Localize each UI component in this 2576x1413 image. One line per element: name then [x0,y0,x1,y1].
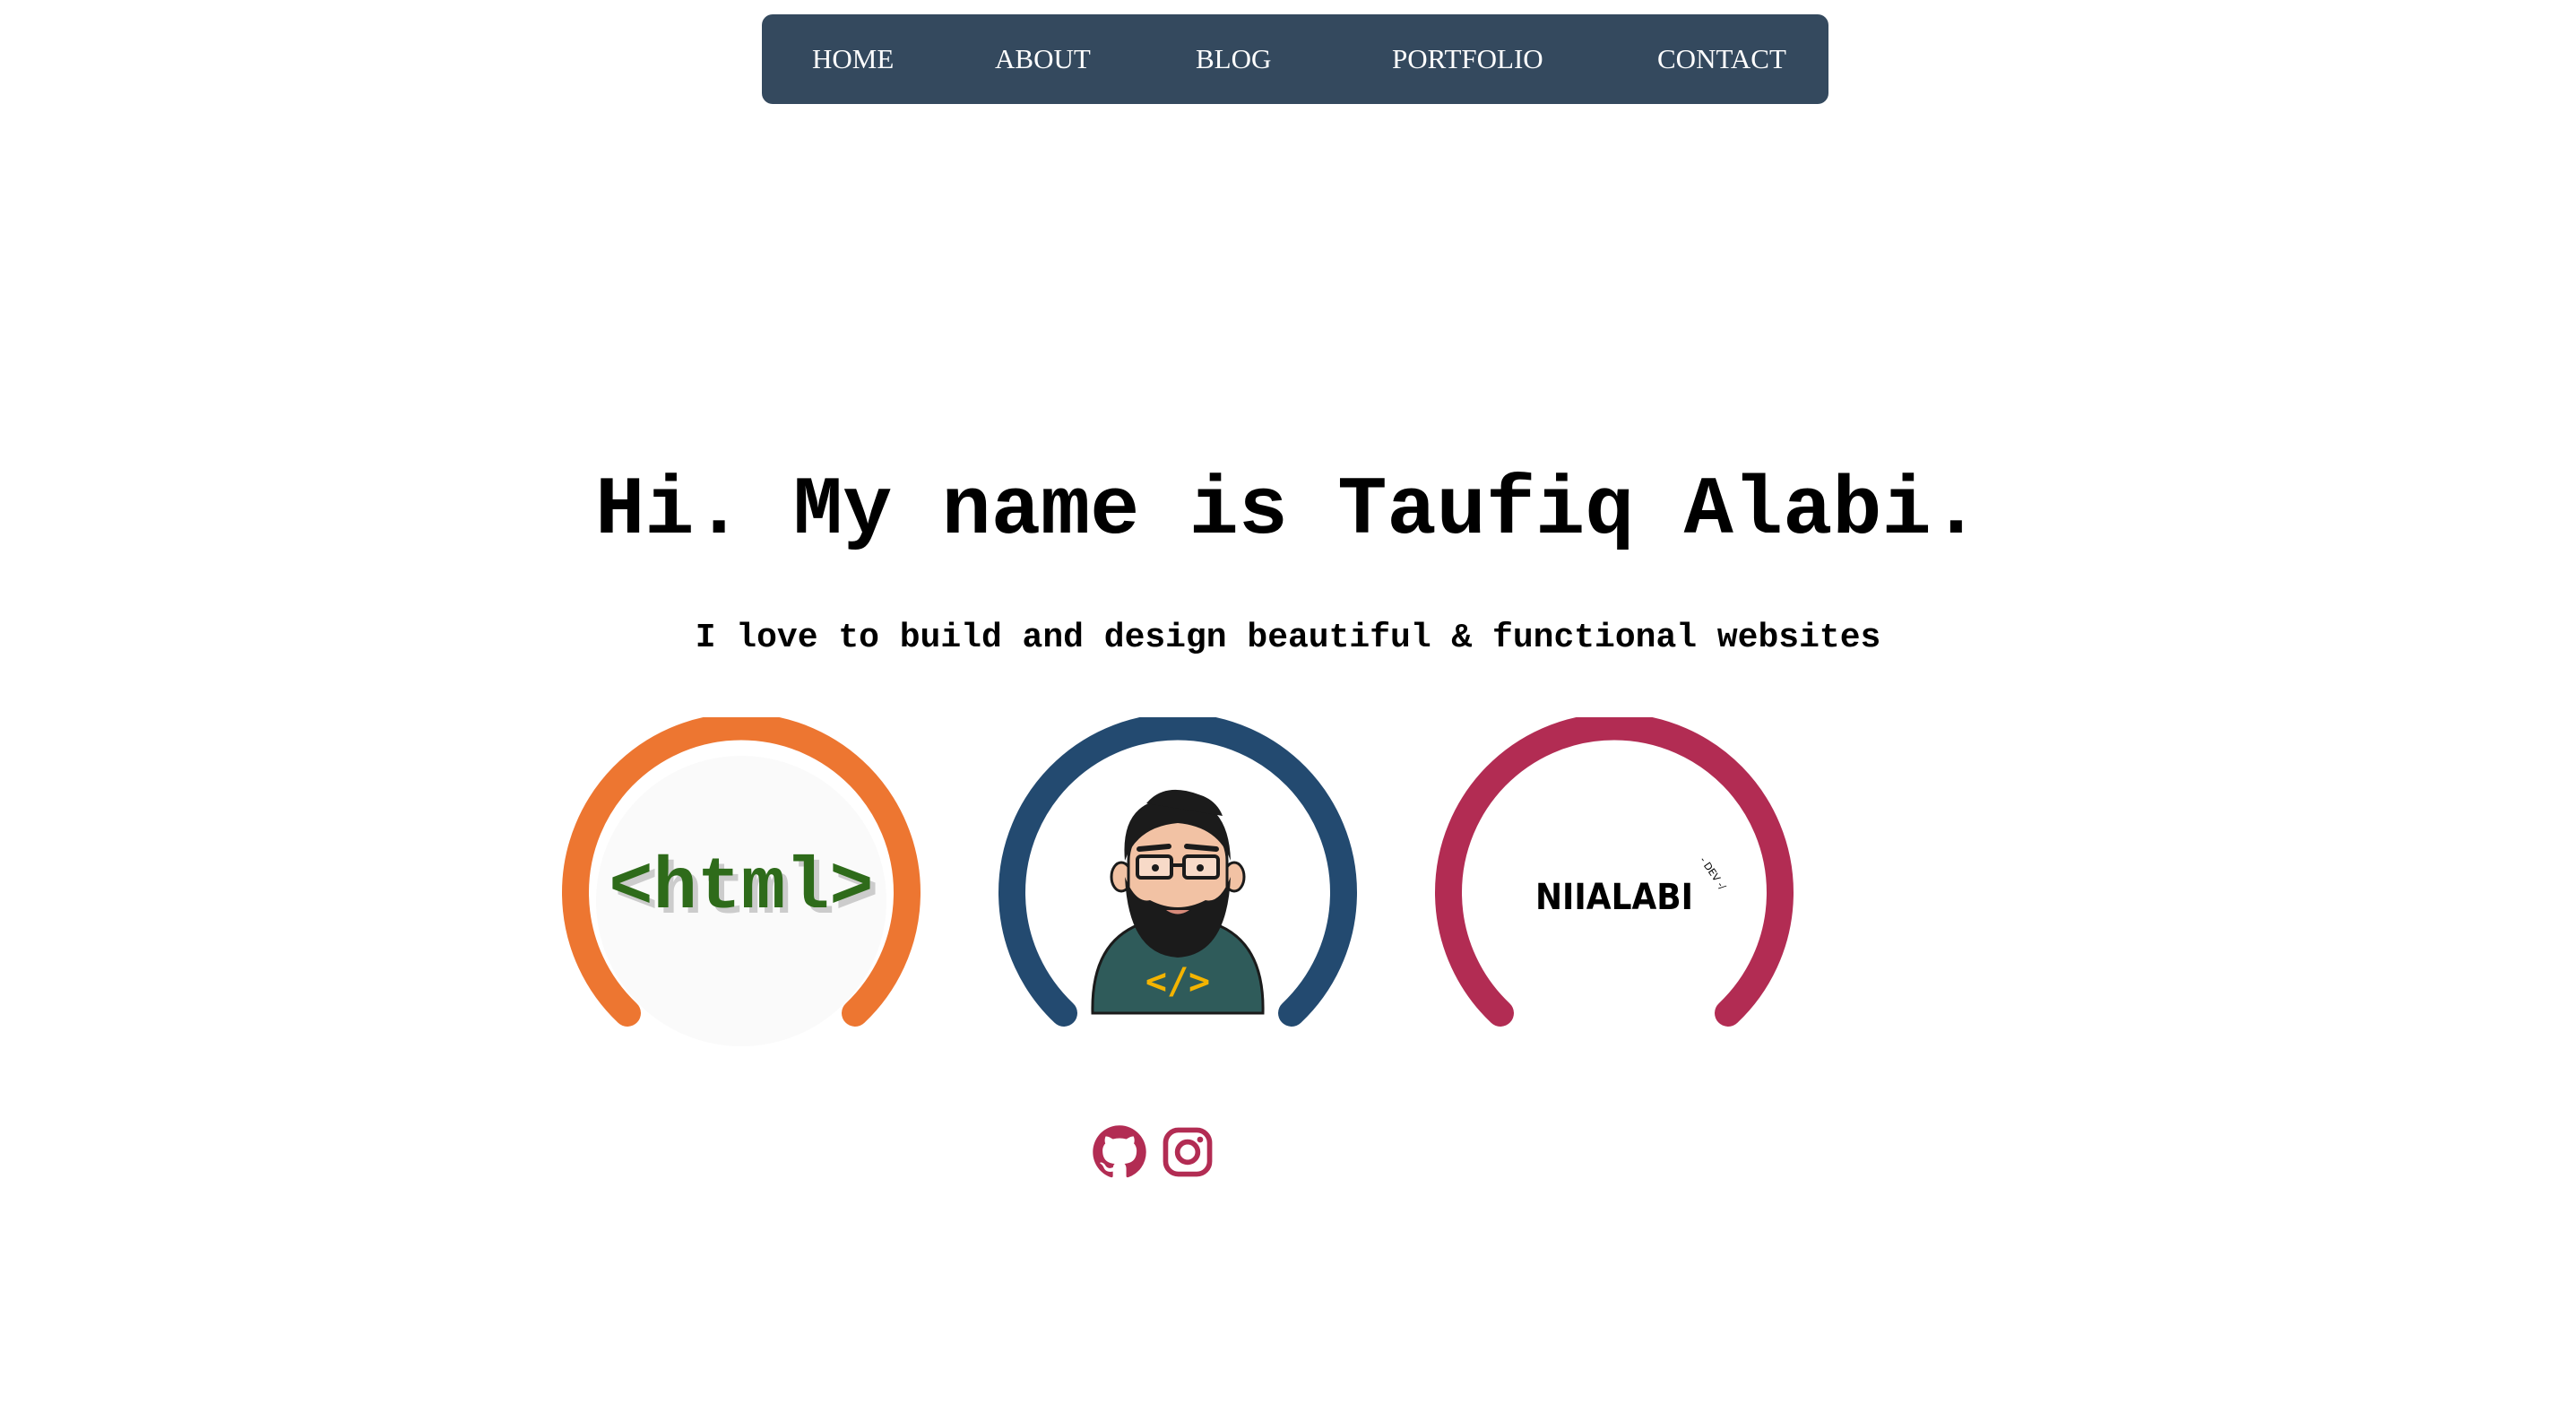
progress-arc [1435,717,1794,1027]
page-subtitle: I love to build and design beautiful & f… [695,619,1881,657]
avatar-card[interactable]: </> [994,717,1361,1049]
github-link[interactable] [1092,1124,1147,1180]
instagram-icon [1163,1127,1213,1177]
brand-logo-ring: NIIALABI - DEV -/ [1435,717,1794,1027]
html-logo-text: <html> [609,846,873,930]
code-symbol-icon: </> [1145,961,1210,1002]
nav-blog[interactable]: BLOG [1196,14,1271,104]
brand-badge-text: - DEV -/ [1698,854,1729,892]
instagram-link[interactable] [1160,1124,1215,1180]
page-title: Hi. My name is Taufiq Alabi. [595,464,1981,558]
html-logo-card[interactable]: <html> <html> [558,717,925,1049]
nav-home[interactable]: HOME [812,14,894,104]
html-logo-ring: <html> <html> [562,717,921,1046]
avatar: </> [1091,789,1265,1015]
avatar-ring: </> [998,717,1357,1027]
github-icon [1093,1125,1146,1178]
brand-logo-text: NIIALABI [1535,877,1693,918]
nav-contact[interactable]: CONTACT [1657,14,1786,104]
nav-about[interactable]: ABOUT [995,14,1091,104]
nav-portfolio[interactable]: PORTFOLIO [1392,14,1543,104]
brand-logo-card[interactable]: NIIALABI - DEV -/ [1431,717,1798,1049]
main-nav: HOME ABOUT BLOG PORTFOLIO CONTACT [762,14,1828,104]
